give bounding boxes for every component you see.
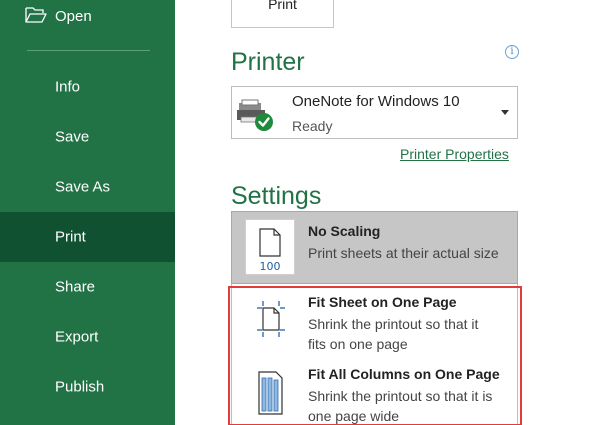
option-description: Print sheets at their actual size: [308, 245, 499, 261]
print-button-label: Print: [268, 0, 297, 12]
option-title: Fit All Columns on One Page: [308, 366, 500, 382]
settings-heading: Settings: [231, 182, 322, 210]
printer-name: OneNote for Windows 10: [292, 93, 460, 110]
sidebar-item-label: Print: [55, 228, 86, 246]
sidebar-item-label: Publish: [55, 378, 105, 396]
scale-100-text: 100: [260, 260, 281, 273]
option-title: Fit Sheet on One Page: [308, 294, 457, 310]
option-title: No Scaling: [308, 223, 381, 239]
printer-properties-link[interactable]: Printer Properties: [400, 146, 509, 162]
sidebar-divider: [27, 50, 150, 51]
option-fit-sheet[interactable]: Fit Sheet on One Page Shrink the printou…: [232, 286, 519, 356]
printer-dropdown[interactable]: OneNote for Windows 10 Ready: [231, 86, 518, 139]
option-fit-columns[interactable]: Fit All Columns on One Page Shrink the p…: [232, 358, 519, 425]
folder-open-icon: [25, 7, 47, 23]
sidebar-item-label: Export: [55, 328, 99, 346]
sidebar-item-publish[interactable]: Publish: [0, 362, 175, 412]
fit-columns-icon: [258, 371, 283, 415]
option-description-line2: one page wide: [308, 408, 400, 424]
scaling-dropdown-selected[interactable]: 100 No Scaling Print sheets at their act…: [231, 211, 518, 284]
print-button[interactable]: Print: [231, 0, 334, 28]
scaling-options-list: Fit Sheet on One Page Shrink the printou…: [231, 284, 518, 425]
sidebar-item-label: Open: [55, 8, 92, 25]
page-100-icon: 100: [245, 219, 295, 275]
sidebar-item-save[interactable]: Save: [0, 112, 175, 162]
printer-status: Ready: [292, 118, 333, 134]
option-description-line1: Shrink the printout so that it: [308, 316, 479, 332]
chevron-down-icon: [501, 110, 509, 115]
sidebar-item-label: Info: [55, 78, 81, 96]
sidebar-item-export[interactable]: Export: [0, 312, 175, 362]
info-icon[interactable]: i: [505, 45, 519, 59]
fit-sheet-icon: [257, 301, 285, 337]
sidebar-item-print[interactable]: Print: [0, 212, 175, 262]
sidebar-item-info[interactable]: Info: [0, 62, 175, 112]
sidebar-item-share[interactable]: Share: [0, 262, 175, 312]
printer-heading: Printer: [231, 48, 305, 76]
sidebar-item-label: Save As: [55, 178, 111, 196]
option-description-line2: fits on one page: [308, 336, 408, 352]
option-description-line1: Shrink the printout so that it is: [308, 388, 493, 404]
backstage-sidebar: Open Info Save Save As Print Share Expor…: [0, 0, 175, 425]
sidebar-item-label: Share: [55, 278, 96, 296]
printer-ready-icon: [237, 99, 273, 131]
sidebar-item-save-as[interactable]: Save As: [0, 162, 175, 212]
sidebar-item-label: Save: [55, 128, 90, 146]
sidebar-item-open[interactable]: Open: [0, 0, 175, 34]
